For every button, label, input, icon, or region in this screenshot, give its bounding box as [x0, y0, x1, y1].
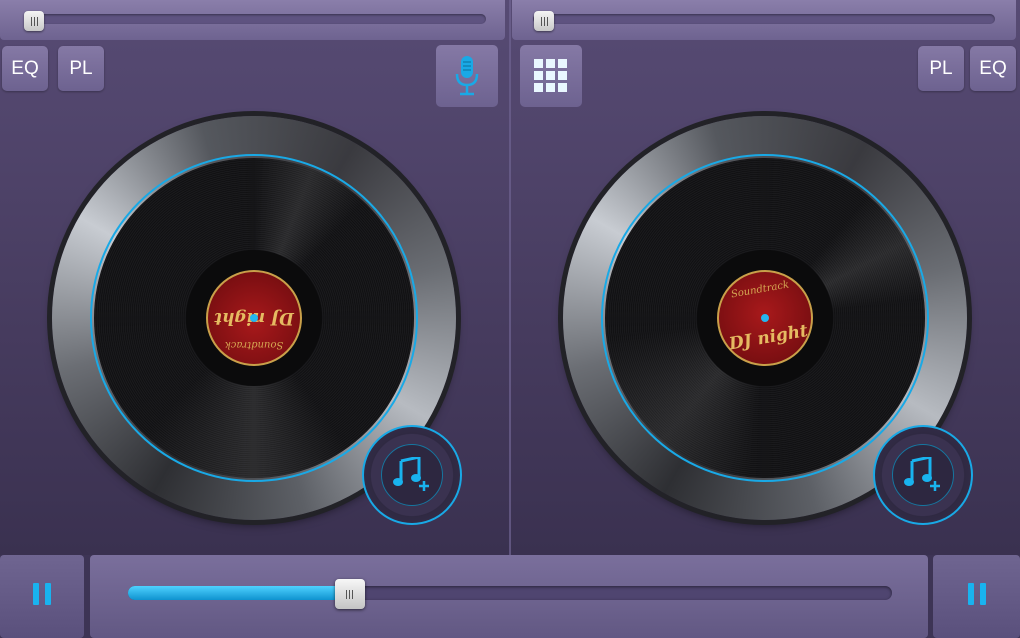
left-pitch-track[interactable] [24, 14, 486, 24]
deck-divider [509, 0, 511, 638]
music-note-plus-icon [393, 457, 429, 491]
crossfader-thumb[interactable] [334, 579, 365, 609]
right-pitch-track[interactable] [533, 14, 995, 24]
left-spindle [250, 314, 258, 322]
crossfader-fill [128, 586, 360, 600]
grid-icon [534, 59, 567, 92]
right-eq-button[interactable]: EQ [970, 46, 1016, 91]
crossfader-panel [90, 555, 928, 638]
right-spindle [761, 314, 769, 322]
crossfader-track[interactable] [128, 586, 892, 600]
microphone-button[interactable] [436, 45, 498, 107]
left-pitch-thumb[interactable] [24, 11, 44, 31]
left-pitch-slider-panel [0, 0, 505, 40]
right-add-track-button[interactable] [873, 425, 973, 525]
microphone-icon [455, 56, 479, 96]
pause-icon [30, 583, 54, 610]
left-record-subtitle: Soundtrack [224, 339, 284, 350]
pause-icon [965, 583, 989, 610]
right-pause-button[interactable] [933, 555, 1020, 638]
right-pitch-slider-panel [512, 0, 1016, 40]
left-playlist-button[interactable]: PL [58, 46, 104, 91]
left-eq-button[interactable]: EQ [2, 46, 48, 91]
music-note-plus-icon [904, 457, 940, 491]
right-add-track-inner [892, 444, 954, 506]
left-add-track-button[interactable] [362, 425, 462, 525]
grid-menu-button[interactable] [520, 45, 582, 107]
left-pause-button[interactable] [0, 555, 84, 638]
right-playlist-button[interactable]: PL [918, 46, 964, 91]
right-pitch-thumb[interactable] [534, 11, 554, 31]
left-add-track-inner [381, 444, 443, 506]
